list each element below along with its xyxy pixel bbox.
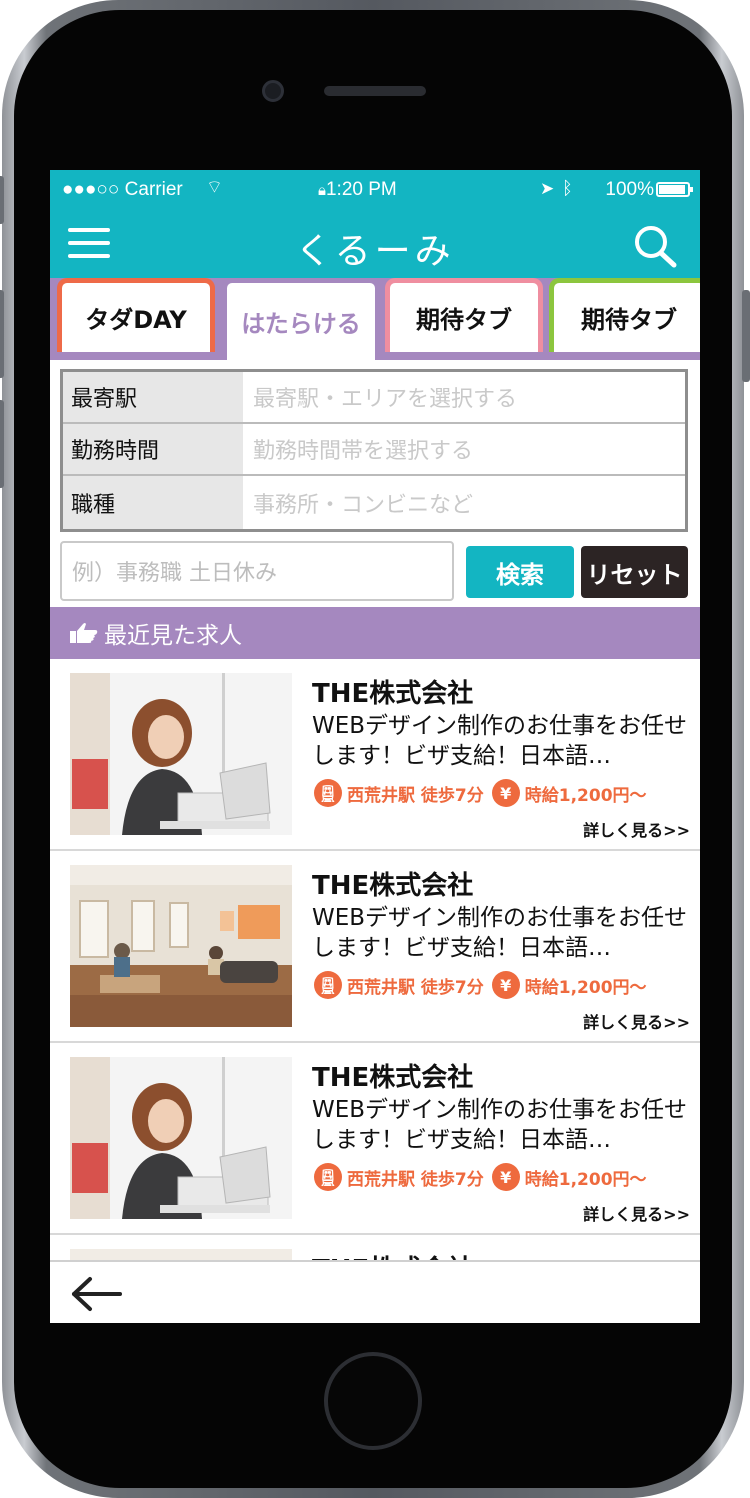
yen-icon: ¥: [491, 779, 520, 807]
tab-kitai-1[interactable]: 期待タブ: [385, 278, 543, 352]
filter-label: 最寄駅: [63, 372, 243, 422]
company-name: THE株式会社: [312, 679, 474, 709]
job-meta: 🚆︎ 西荒井駅 徒歩7分 ¥ 時給1,200円〜: [314, 779, 647, 807]
job-photo: [70, 1057, 292, 1219]
tab-hatarakeru[interactable]: はたらける: [222, 278, 380, 360]
tab-label: 期待タブ: [416, 306, 512, 334]
pointing-hand-icon: [70, 623, 98, 643]
job-card[interactable]: THE株式会社 WEBデザイン制作のお仕事をお任せします！ビザ支給！日本語… 🚆︎ 西…: [50, 1043, 700, 1235]
back-arrow-icon[interactable]: [68, 1274, 124, 1314]
yen-icon: ¥: [491, 1163, 520, 1191]
time-text: 1:20 PM: [325, 179, 397, 200]
tab-tada-day[interactable]: タダDAY: [57, 278, 215, 352]
details-link[interactable]: 詳しく見る>>: [583, 817, 690, 841]
lock-icon: 🔒︎: [318, 182, 326, 199]
filter-table: 最寄駅 最寄駅・エリアを選択する 勤務時間 勤務時間帯を選択する 職種 事務所・…: [60, 369, 688, 532]
job-meta: 🚆︎ 西荒井駅 徒歩7分 ¥ 時給1,200円〜: [314, 971, 647, 999]
recent-jobs-header: 最近見た求人: [50, 607, 700, 659]
volume-down-button: [0, 400, 4, 488]
status-time: 🔒︎1:20 PM: [318, 179, 397, 201]
company-name: THE株式会社: [312, 1063, 474, 1093]
station-select[interactable]: 最寄駅・エリアを選択する: [253, 372, 517, 422]
bluetooth-icon: ᛒ: [562, 178, 573, 198]
battery-icon: [656, 182, 693, 197]
station-text: 西荒井駅 徒歩7分: [347, 1169, 484, 1190]
yen-icon: ¥: [491, 971, 520, 999]
location-icon: ➤: [540, 179, 555, 198]
tab-kitai-2[interactable]: 期待タブ: [549, 278, 700, 352]
app-title: くるーみ: [295, 231, 455, 272]
job-photo: [70, 865, 292, 1027]
app-screen: ●●●○○ Carrier ⌔ 🔒︎1:20 PM ➤ ᛒ 100% くるーみ: [50, 170, 700, 1323]
station-text: 西荒井駅 徒歩7分: [347, 977, 484, 998]
filter-label: 勤務時間: [63, 424, 243, 474]
bottom-toolbar: [50, 1260, 700, 1323]
filter-row-hours[interactable]: 勤務時間 勤務時間帯を選択する: [63, 424, 685, 476]
mute-switch: [0, 176, 4, 224]
job-card[interactable]: THE株式会社 WEBデザイン制作のお仕事をお任せします！ビザ支給！日本語… 🚆︎ 西…: [50, 851, 700, 1043]
train-icon: 🚆︎: [314, 779, 342, 807]
status-bar: ●●●○○ Carrier ⌔ 🔒︎1:20 PM ➤ ᛒ 100%: [50, 170, 700, 208]
wifi-icon: ⌔: [206, 177, 223, 197]
category-tabs: タダDAY はたらける 期待タブ 期待タブ: [50, 278, 700, 360]
company-name: THE株式会社: [312, 871, 474, 901]
recent-jobs-title: 最近見た求人: [104, 623, 242, 649]
job-type-select[interactable]: 事務所・コンビニなど: [253, 476, 473, 529]
wage-text: 時給1,200円〜: [524, 785, 647, 806]
filter-row-job-type[interactable]: 職種 事務所・コンビニなど: [63, 476, 685, 529]
power-button: [742, 290, 750, 382]
phone-frame: ●●●○○ Carrier ⌔ 🔒︎1:20 PM ➤ ᛒ 100% くるーみ: [0, 0, 750, 1498]
reset-button[interactable]: リセット: [581, 546, 688, 598]
filter-label: 職種: [63, 476, 243, 529]
filter-row-station[interactable]: 最寄駅 最寄駅・エリアを選択する: [63, 372, 685, 424]
job-description: WEBデザイン制作のお仕事をお任せします！ビザ支給！日本語…: [312, 1097, 688, 1153]
tab-label: 期待タブ: [581, 306, 677, 334]
job-description: WEBデザイン制作のお仕事をお任せします！ビザ支給！日本語…: [312, 713, 688, 769]
volume-up-button: [0, 290, 4, 378]
battery-percent: 100%: [605, 179, 654, 200]
app-header: ●●●○○ Carrier ⌔ 🔒︎1:20 PM ➤ ᛒ 100% くるーみ: [50, 170, 700, 278]
job-card[interactable]: THE株式会社 WEBデザイン制作のお仕事をお任せします！ビザ支給！日本語… 🚆︎ 西…: [50, 659, 700, 851]
tab-label: タダDAY: [85, 306, 187, 334]
tab-label: はたらける: [241, 310, 361, 338]
details-link[interactable]: 詳しく見る>>: [583, 1009, 690, 1033]
details-link[interactable]: 詳しく見る>>: [583, 1201, 690, 1225]
carrier-label: ●●●○○ Carrier: [62, 179, 183, 200]
hours-select[interactable]: 勤務時間帯を選択する: [253, 424, 473, 474]
search-icon[interactable]: [632, 224, 680, 268]
job-photo: [70, 673, 292, 835]
wage-text: 時給1,200円〜: [524, 977, 647, 998]
wage-text: 時給1,200円〜: [524, 1169, 647, 1190]
search-button[interactable]: 検索: [466, 546, 574, 598]
earpiece-speaker: [324, 86, 426, 96]
home-button[interactable]: [324, 1352, 422, 1450]
front-camera: [262, 80, 284, 102]
job-meta: 🚆︎ 西荒井駅 徒歩7分 ¥ 時給1,200円〜: [314, 1163, 647, 1191]
keyword-input[interactable]: 例）事務職 土日休み: [60, 541, 454, 601]
job-description: WEBデザイン制作のお仕事をお任せします！ビザ支給！日本語…: [312, 905, 688, 961]
train-icon: 🚆︎: [314, 971, 342, 999]
station-text: 西荒井駅 徒歩7分: [347, 785, 484, 806]
train-icon: 🚆︎: [314, 1163, 342, 1191]
